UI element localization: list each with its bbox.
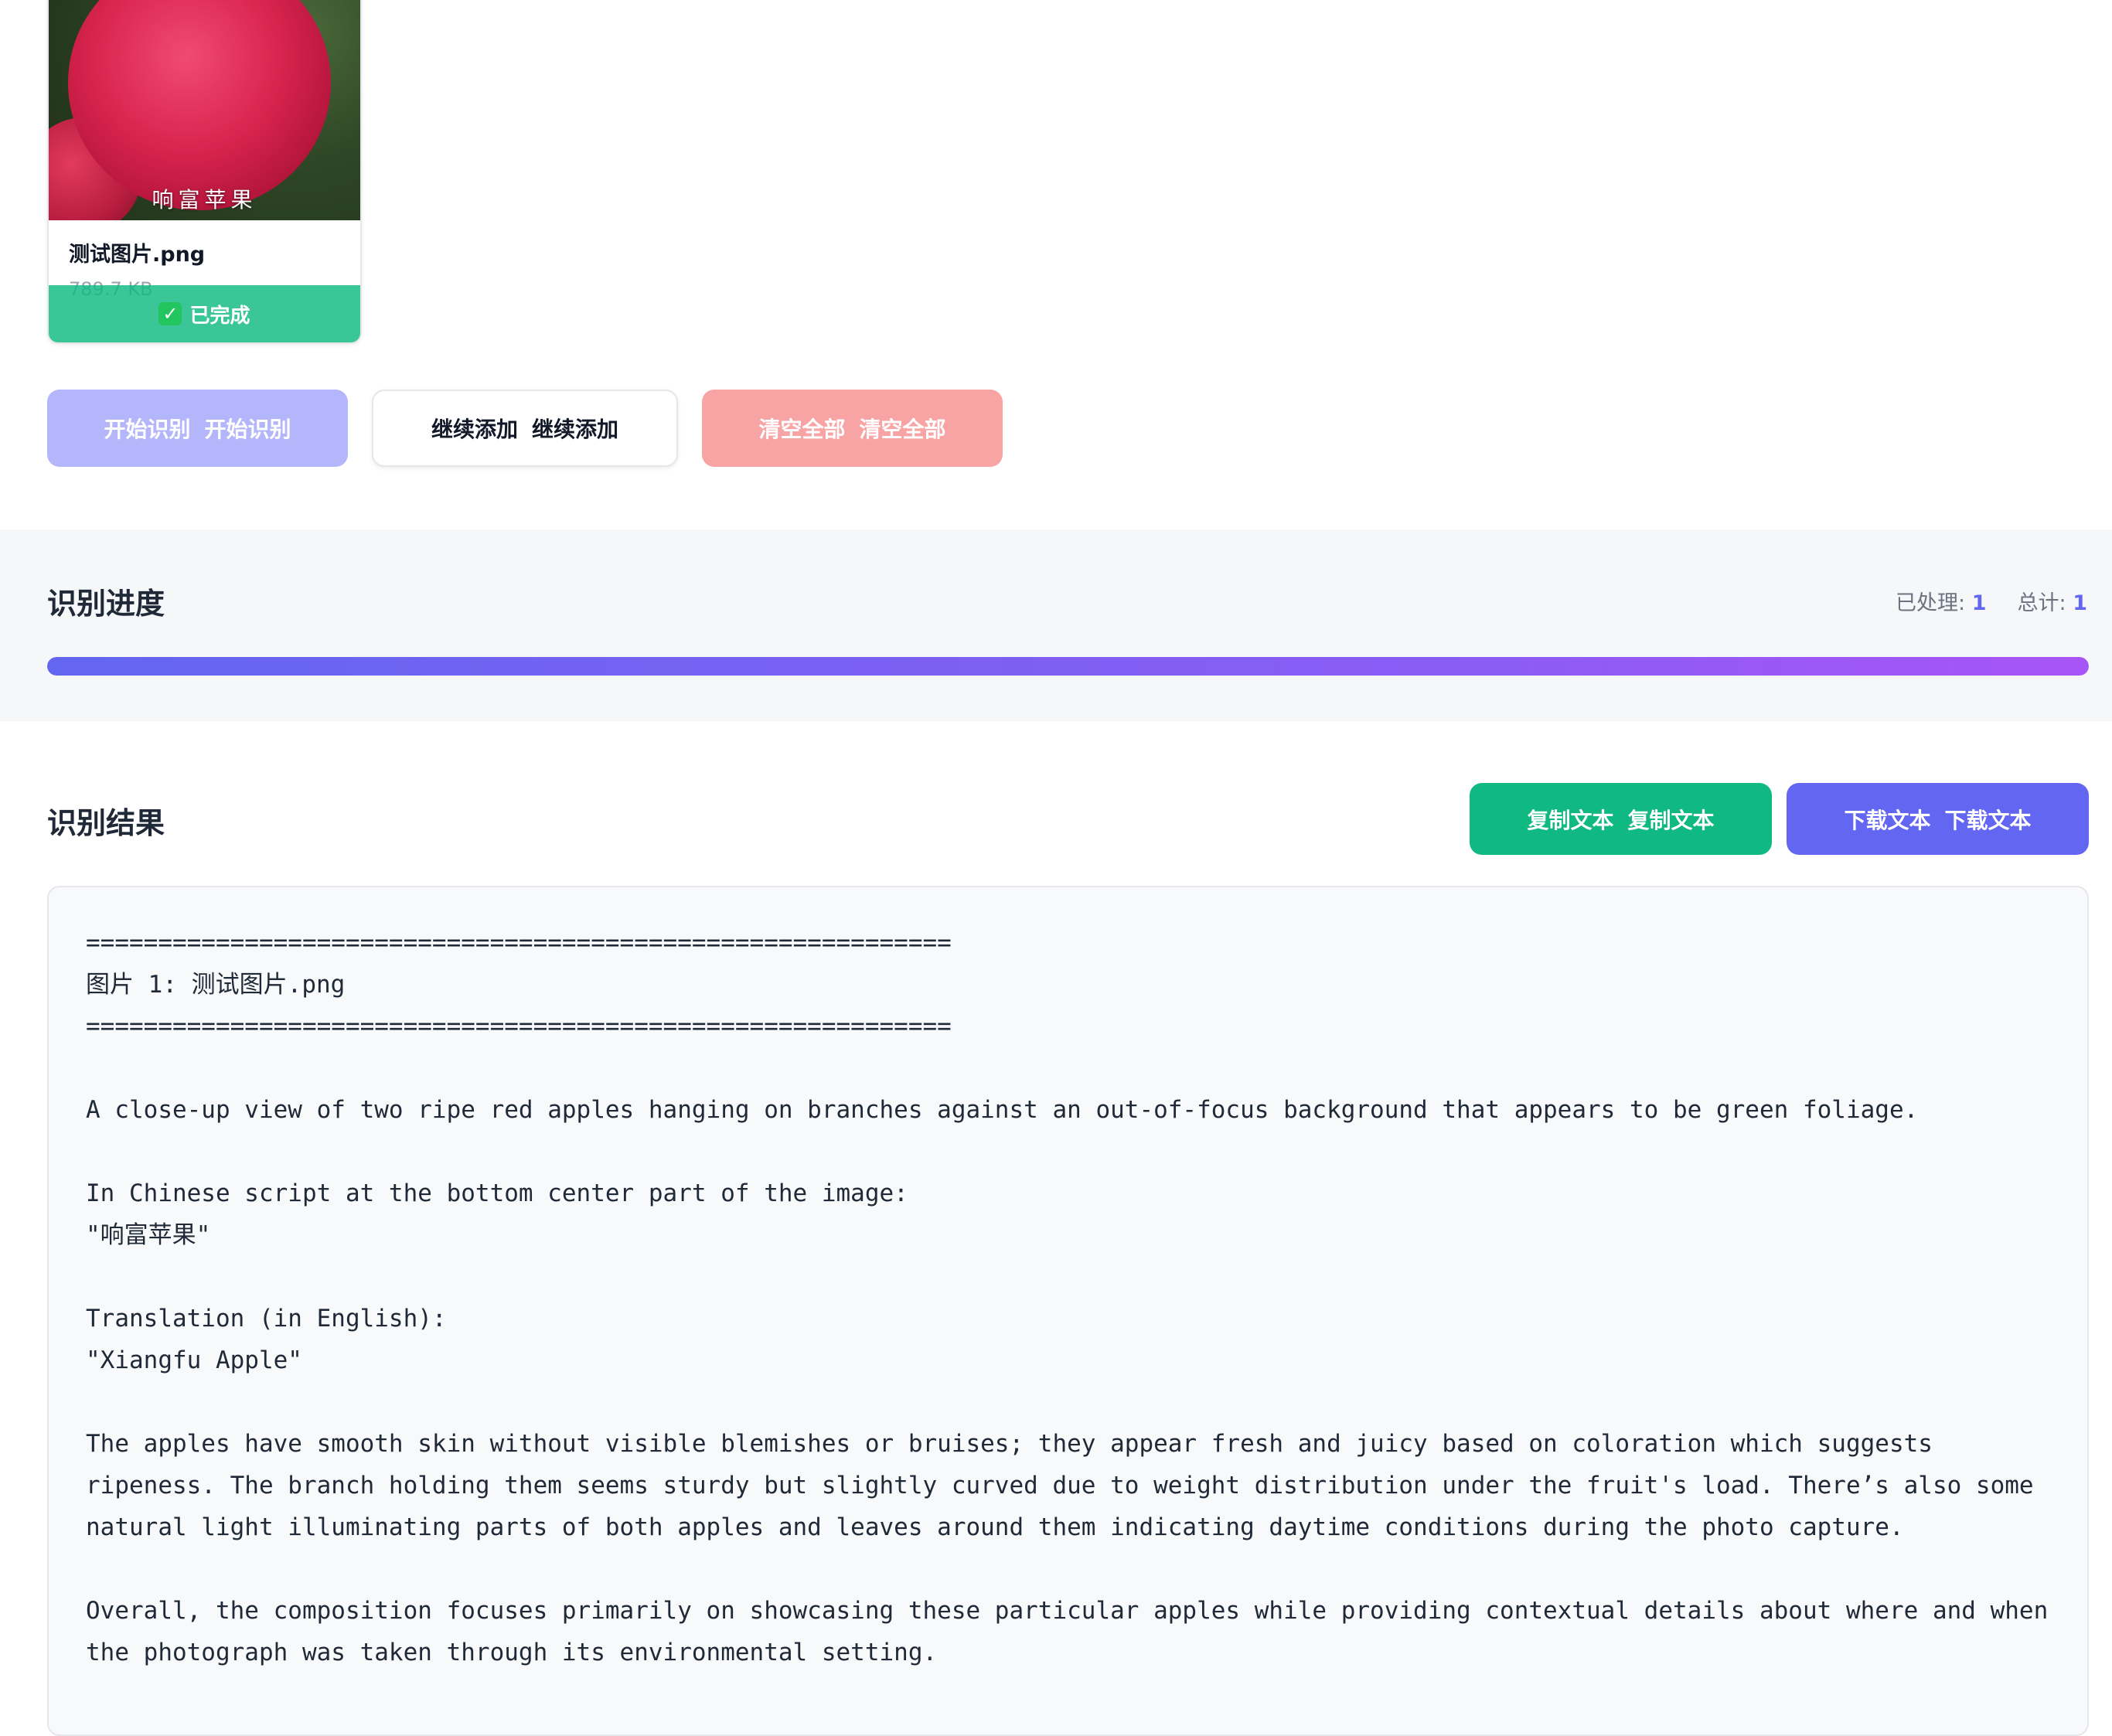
check-box-icon: ✓ xyxy=(158,302,182,325)
clear-all-label-duplicate: 清空全部 xyxy=(859,417,946,442)
add-more-button[interactable]: 继续添加 继续添加 xyxy=(372,390,678,467)
progress-title: 识别进度 xyxy=(47,587,165,621)
progress-section xyxy=(0,529,2112,721)
clear-all-button[interactable]: 清空全部 清空全部 xyxy=(702,390,1003,467)
add-more-label-duplicate: 继续添加 xyxy=(532,417,619,442)
copy-text-button[interactable]: 复制文本 复制文本 xyxy=(1470,783,1772,855)
download-text-label: 下载文本 xyxy=(1844,807,1931,833)
file-card[interactable]: 响富苹果 测试图片.png 789.7 KB ✓ 已完成 xyxy=(47,0,362,344)
copy-text-label-duplicate: 复制文本 xyxy=(1627,807,1715,833)
thumbnail-caption: 响富苹果 xyxy=(152,187,257,213)
start-recognition-label: 开始识别 xyxy=(104,417,191,442)
processed-label: 已处理: xyxy=(1896,591,1966,615)
total-count: 1 xyxy=(2073,591,2087,615)
start-recognition-button[interactable]: 开始识别 开始识别 xyxy=(47,390,348,467)
processed-count: 1 xyxy=(1971,591,1987,615)
result-text[interactable]: ========================================… xyxy=(86,922,2065,1673)
copy-text-label: 复制文本 xyxy=(1527,807,1614,833)
result-title: 识别结果 xyxy=(47,806,165,840)
total-label: 总计: xyxy=(2017,591,2066,615)
processed-stat: 已处理: 1 xyxy=(1896,586,1987,616)
status-badge: ✓ 已完成 xyxy=(49,285,360,342)
progress-bar xyxy=(47,657,2089,676)
add-more-label: 继续添加 xyxy=(431,417,518,442)
file-name: 测试图片.png xyxy=(69,243,206,267)
progress-fill xyxy=(47,657,2089,676)
download-text-button[interactable]: 下载文本 下载文本 xyxy=(1787,783,2089,855)
file-thumbnail: 响富苹果 xyxy=(49,0,360,220)
clear-all-label: 清空全部 xyxy=(758,417,846,442)
progress-stats: 已处理: 1 总计: 1 xyxy=(1896,586,2087,616)
download-text-label-duplicate: 下载文本 xyxy=(1944,807,2032,833)
result-text-area[interactable]: ========================================… xyxy=(47,886,2089,1736)
status-label: 已完成 xyxy=(189,304,250,328)
start-recognition-label-duplicate: 开始识别 xyxy=(204,417,291,442)
total-stat: 总计: 1 xyxy=(2018,586,2088,616)
